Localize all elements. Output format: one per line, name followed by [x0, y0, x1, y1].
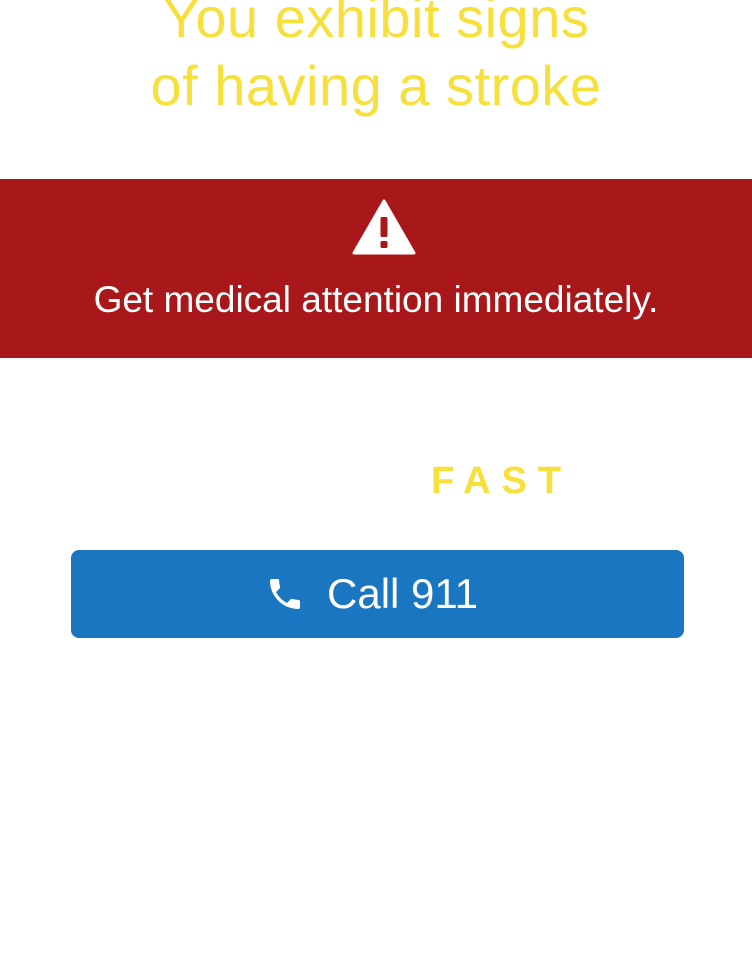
phone-icon [270, 579, 300, 609]
call-911-button[interactable]: Call 911 [71, 550, 684, 638]
headline-line-2: of having a stroke [150, 54, 602, 117]
page-title: You exhibit signs of having a stroke [0, 0, 752, 120]
fast-label: FAST [431, 460, 573, 502]
call-button-label: Call 911 [327, 570, 478, 617]
warning-triangle-icon [352, 199, 416, 255]
headline-line-1: You exhibit signs [162, 0, 590, 49]
alert-message: Get medical attention immediately. [93, 279, 659, 320]
